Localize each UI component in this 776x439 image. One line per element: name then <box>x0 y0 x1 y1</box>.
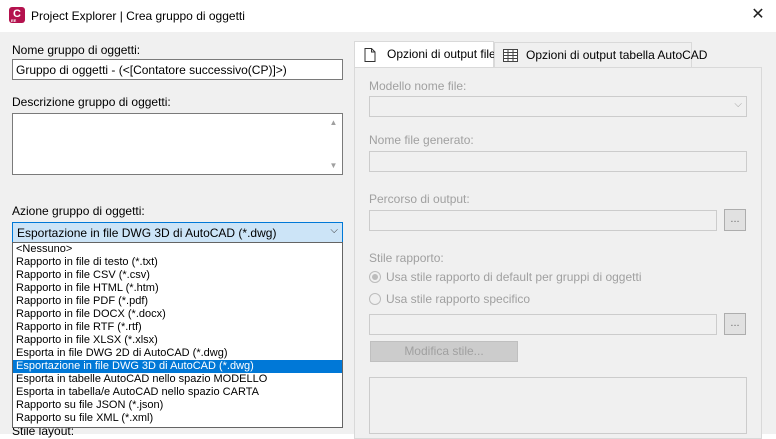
edit-style-button[interactable]: Modifica stile... <box>370 341 518 362</box>
dropdown-option[interactable]: Rapporto in file RTF (*.rtf) <box>13 321 342 334</box>
dropdown-option[interactable]: <Nessuno> <box>13 243 342 256</box>
dropdown-option[interactable]: Esporta in tabelle AutoCAD nello spazio … <box>13 373 342 386</box>
tab-file-output[interactable]: Opzioni di output file <box>354 41 496 67</box>
action-selected-value: Esportazione in file DWG 3D di AutoCAD (… <box>17 226 277 240</box>
dropdown-option[interactable]: Rapporto in file HTML (*.htm) <box>13 282 342 295</box>
style-preview-area <box>369 377 747 434</box>
tab-autocad-table-label: Opzioni di output tabella AutoCAD <box>526 48 708 62</box>
radio-specific-style-label: Usa stile rapporto specifico <box>386 292 531 306</box>
action-label: Azione gruppo di oggetti: <box>12 204 145 218</box>
report-style-label: Stile rapporto: <box>369 251 444 265</box>
dropdown-option[interactable]: Esporta in tabella/e AutoCAD nello spazi… <box>13 386 342 399</box>
chevron-down-icon[interactable]: ⌵ <box>330 225 338 236</box>
document-icon <box>364 48 376 62</box>
dialog-client-area: Nome gruppo di oggetti: Gruppo di oggett… <box>0 32 776 439</box>
dropdown-option[interactable]: Rapporto su file JSON (*.json) <box>13 399 342 412</box>
scroll-down-icon[interactable]: ▼ <box>326 158 341 173</box>
name-field[interactable]: Gruppo di oggetti - (<[Contatore success… <box>12 59 343 80</box>
scroll-up-icon[interactable]: ▲ <box>326 115 341 130</box>
tab-file-output-label: Opzioni di output file <box>387 47 496 61</box>
dropdown-option-selected[interactable]: Esportazione in file DWG 3D di AutoCAD (… <box>13 360 342 373</box>
table-icon <box>503 49 518 62</box>
app-icon: C EE <box>9 7 25 23</box>
filename-template-label: Modello nome file: <box>369 79 467 93</box>
style-path-field[interactable] <box>369 314 717 335</box>
action-dropdown-list[interactable]: <Nessuno> Rapporto in file di testo (*.t… <box>12 242 343 428</box>
output-path-field[interactable] <box>369 210 717 231</box>
radio-specific-style[interactable] <box>369 293 381 305</box>
generated-filename-label: Nome file generato: <box>369 133 474 147</box>
dropdown-option[interactable]: Esporta in file DWG 2D di AutoCAD (*.dwg… <box>13 347 342 360</box>
generated-filename-field[interactable] <box>369 151 747 172</box>
browse-style-button[interactable]: ... <box>724 313 746 335</box>
app-icon-sub: EE <box>11 18 17 23</box>
title-bar: C EE Project Explorer | Crea gruppo di o… <box>0 0 776 32</box>
description-field[interactable]: ▲ ▼ <box>12 113 343 175</box>
name-label: Nome gruppo di oggetti: <box>12 43 141 57</box>
description-label: Descrizione gruppo di oggetti: <box>12 95 171 109</box>
close-icon[interactable]: ✕ <box>750 6 766 24</box>
radio-default-style[interactable] <box>369 271 381 283</box>
browse-path-button[interactable]: ... <box>724 209 746 231</box>
dropdown-option[interactable]: Rapporto in file XLSX (*.xlsx) <box>13 334 342 347</box>
dropdown-option[interactable]: Rapporto su file XML (*.xml) <box>13 412 342 425</box>
dropdown-option[interactable]: Rapporto in file PDF (*.pdf) <box>13 295 342 308</box>
chevron-down-icon[interactable]: ⌵ <box>734 99 742 110</box>
tab-autocad-table-output[interactable]: Opzioni di output tabella AutoCAD <box>494 42 707 67</box>
dropdown-option[interactable]: Rapporto in file CSV (*.csv) <box>13 269 342 282</box>
dropdown-option[interactable]: Rapporto in file di testo (*.txt) <box>13 256 342 269</box>
output-path-label: Percorso di output: <box>369 192 470 206</box>
filename-template-select[interactable]: ⌵ <box>369 96 747 117</box>
dropdown-option[interactable]: Rapporto in file DOCX (*.docx) <box>13 308 342 321</box>
radio-default-style-label: Usa stile rapporto di default per gruppi… <box>386 270 642 284</box>
description-scrollbar[interactable]: ▲ ▼ <box>326 115 341 173</box>
action-select[interactable]: Esportazione in file DWG 3D di AutoCAD (… <box>12 222 343 243</box>
window-title: Project Explorer | Crea gruppo di oggett… <box>31 9 245 23</box>
